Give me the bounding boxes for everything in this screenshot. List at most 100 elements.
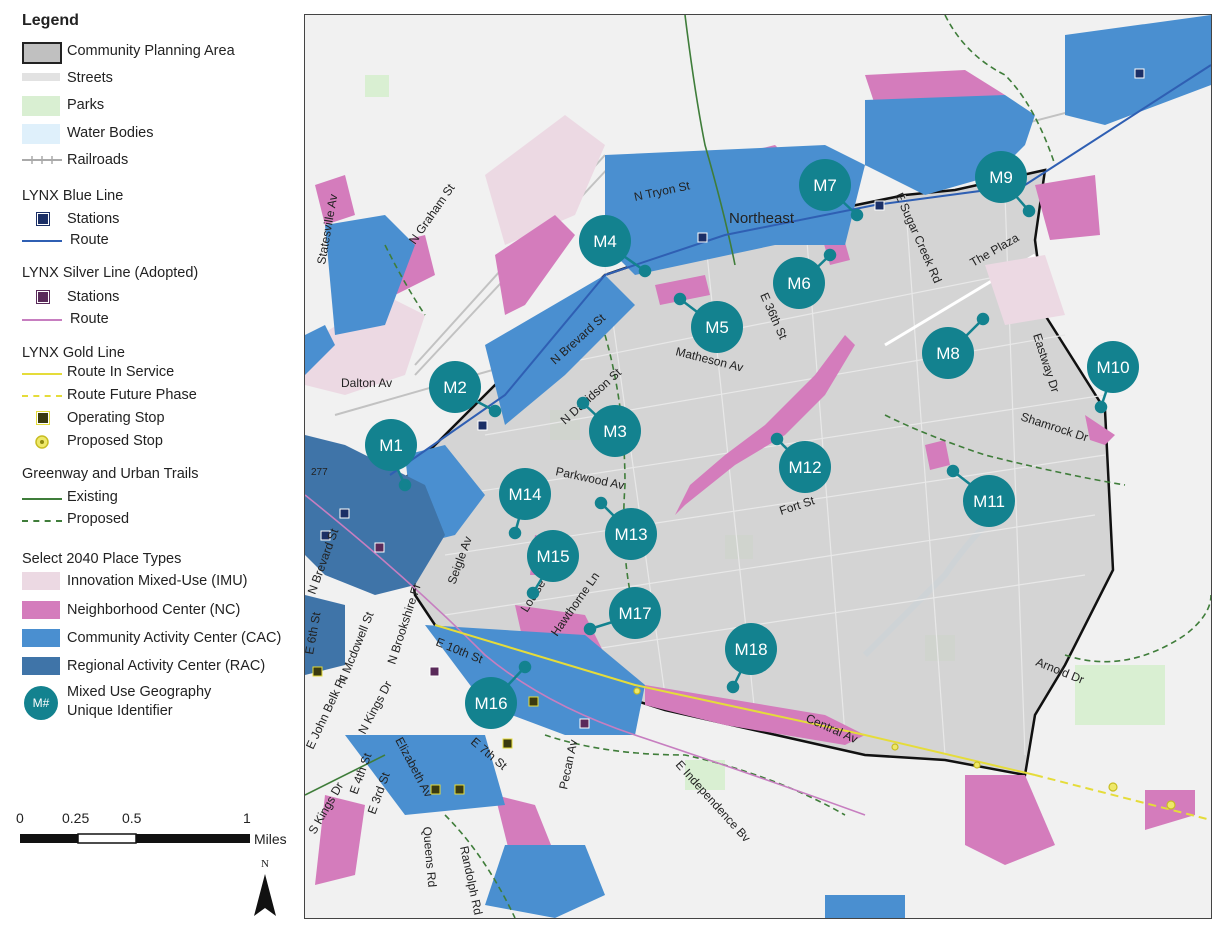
legend-greenway-title: Greenway and Urban Trails xyxy=(22,466,199,482)
marker-label: M15 xyxy=(536,547,569,566)
streets-swatch xyxy=(22,73,60,81)
label-northeast: Northeast xyxy=(729,210,795,227)
gold-future-swatch xyxy=(22,395,62,397)
map-frame[interactable]: Northeast N Tryon St N Graham St Statesv… xyxy=(304,14,1212,919)
imu-swatch xyxy=(22,572,60,590)
marker-label: M14 xyxy=(508,485,541,504)
legend-blue-route: Route xyxy=(70,232,109,248)
legend-gold-future: Route Future Phase xyxy=(67,387,197,403)
marker-label: M16 xyxy=(474,694,507,713)
scale-label-0: 0 xyxy=(16,810,24,826)
legend-silver-route: Route xyxy=(70,311,109,327)
marker-m2[interactable]: M2 xyxy=(429,361,481,413)
map-canvas[interactable]: Northeast N Tryon St N Graham St Statesv… xyxy=(305,15,1211,918)
marker-m11[interactable]: M11 xyxy=(963,475,1015,527)
legend-mixed-use-1: Mixed Use Geography xyxy=(67,684,212,700)
legend-panel: Legend Community Planning Area Streets P… xyxy=(0,0,300,931)
scale-unit: Miles xyxy=(254,831,287,847)
legend-blue-line-title: LYNX Blue Line xyxy=(22,188,124,204)
legend-community-planning-area: Community Planning Area xyxy=(67,43,235,59)
marker-m8[interactable]: M8 xyxy=(922,327,974,379)
marker-label: M10 xyxy=(1096,358,1129,377)
blue-station-icon xyxy=(36,212,50,226)
greenway-existing-swatch xyxy=(22,498,62,500)
blue-route-swatch xyxy=(22,240,62,242)
legend-blue-stations: Stations xyxy=(67,211,120,227)
marker-m13[interactable]: M13 xyxy=(605,508,657,560)
cac-swatch xyxy=(22,629,60,647)
marker-label: M2 xyxy=(443,378,467,397)
legend-greenway-proposed: Proposed xyxy=(67,511,130,527)
legend-parks: Parks xyxy=(67,97,105,113)
legend-gold-operating: Operating Stop xyxy=(67,410,165,426)
nc-swatch xyxy=(22,601,60,619)
marker-m18[interactable]: M18 xyxy=(725,623,777,675)
legend-silver-line-title: LYNX Silver Line (Adopted) xyxy=(22,265,199,281)
silver-station-icon xyxy=(36,290,50,304)
scale-label-025: 0.25 xyxy=(62,810,90,826)
marker-m4[interactable]: M4 xyxy=(579,215,631,267)
north-arrow-icon xyxy=(254,874,276,916)
gold-route-swatch xyxy=(22,373,62,375)
legend-silver-stations: Stations xyxy=(67,289,120,305)
legend-railroads: Railroads xyxy=(67,152,129,168)
legend-streets: Streets xyxy=(67,70,113,86)
railroad-swatch-icon xyxy=(22,156,62,164)
legend-mixed-use-2: Unique Identifier xyxy=(67,703,173,719)
scale-label-05: 0.5 xyxy=(122,810,142,826)
marker-label: M9 xyxy=(989,168,1013,187)
greenway-proposed-swatch xyxy=(22,520,62,522)
silver-route-swatch xyxy=(22,319,62,321)
parks-swatch xyxy=(22,96,60,116)
marker-m15[interactable]: M15 xyxy=(527,530,579,582)
marker-label: M12 xyxy=(788,458,821,477)
community-planning-area-swatch xyxy=(22,42,62,64)
marker-m9[interactable]: M9 xyxy=(975,151,1027,203)
marker-label: M3 xyxy=(603,422,627,441)
marker-label: M7 xyxy=(813,176,837,195)
marker-label: M4 xyxy=(593,232,617,251)
marker-m1[interactable]: M1 xyxy=(365,419,417,471)
mixed-use-marker-icon: M# xyxy=(24,686,58,720)
marker-label: M17 xyxy=(618,604,651,623)
marker-m16[interactable]: M16 xyxy=(465,677,517,729)
marker-symbol: M# xyxy=(32,696,50,710)
legend-cac: Community Activity Center (CAC) xyxy=(67,630,282,646)
marker-label: M8 xyxy=(936,344,960,363)
marker-m10[interactable]: M10 xyxy=(1087,341,1139,393)
legend-water-bodies: Water Bodies xyxy=(67,125,154,141)
marker-m14[interactable]: M14 xyxy=(499,468,551,520)
marker-label: M1 xyxy=(379,436,403,455)
marker-m7[interactable]: M7 xyxy=(799,159,851,211)
legend-place-types-title: Select 2040 Place Types xyxy=(22,551,182,567)
scale-label-1: 1 xyxy=(243,810,251,826)
marker-label: M13 xyxy=(614,525,647,544)
label-i277: 277 xyxy=(311,467,328,478)
legend-rac: Regional Activity Center (RAC) xyxy=(67,658,266,674)
scale-bar-graphic xyxy=(20,833,250,844)
marker-m3[interactable]: M3 xyxy=(589,405,641,457)
legend-gold-proposed: Proposed Stop xyxy=(67,433,163,449)
marker-m6[interactable]: M6 xyxy=(773,257,825,309)
legend-title: Legend xyxy=(22,12,79,29)
marker-m5[interactable]: M5 xyxy=(691,301,743,353)
water-swatch xyxy=(22,124,60,144)
label-dalton: Dalton Av xyxy=(341,376,392,390)
legend-greenway-existing: Existing xyxy=(67,489,118,505)
scale-bar: 0 0.25 0.5 1 Miles xyxy=(0,810,300,850)
legend-nc: Neighborhood Center (NC) xyxy=(67,602,241,618)
marker-m12[interactable]: M12 xyxy=(779,441,831,493)
legend-gold-line-title: LYNX Gold Line xyxy=(22,345,125,361)
marker-label: M18 xyxy=(734,640,767,659)
gold-proposed-stop-icon xyxy=(35,435,49,449)
legend-imu: Innovation Mixed-Use (IMU) xyxy=(67,573,248,589)
marker-label: M11 xyxy=(973,492,1005,511)
marker-label: M5 xyxy=(705,318,729,337)
north-arrow: N xyxy=(250,858,280,918)
gold-operating-stop-icon xyxy=(36,411,50,425)
legend-gold-in-service: Route In Service xyxy=(67,364,175,380)
rac-swatch xyxy=(22,657,60,675)
marker-label: M6 xyxy=(787,274,811,293)
marker-m17[interactable]: M17 xyxy=(609,587,661,639)
north-label: N xyxy=(261,858,269,870)
